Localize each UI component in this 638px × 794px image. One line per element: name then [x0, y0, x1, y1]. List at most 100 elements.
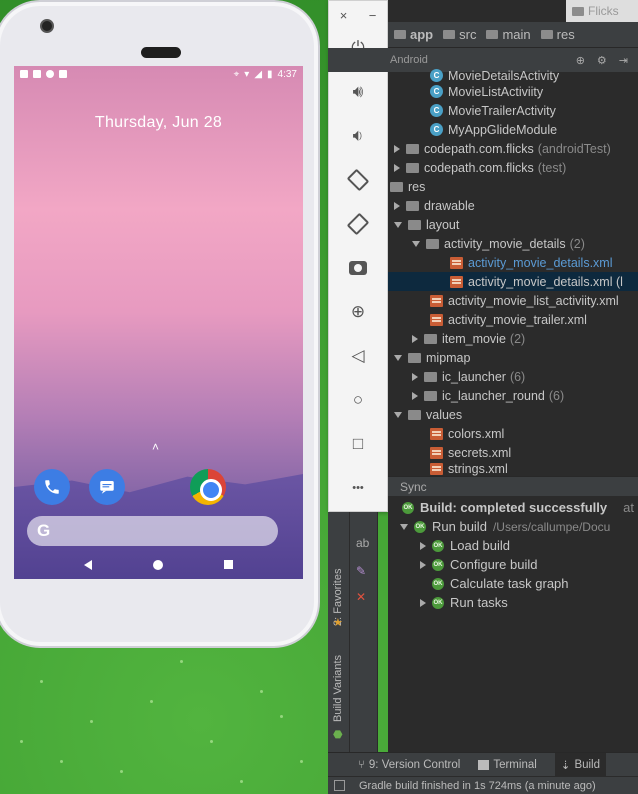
- expand-arrow-icon[interactable]: [420, 541, 426, 550]
- close-icon[interactable]: ✕: [356, 590, 366, 604]
- pin-icon[interactable]: ✎: [356, 564, 366, 578]
- build-tab[interactable]: ⇣ Build: [554, 752, 607, 777]
- tree-item[interactable]: C MovieTrailerActivity: [388, 101, 638, 120]
- tree-item[interactable]: strings.xml: [388, 462, 638, 476]
- ok-badge-icon: OK: [402, 501, 414, 514]
- tree-item[interactable]: activity_movie_trailer.xml: [388, 310, 638, 329]
- tree-item[interactable]: mipmap: [388, 348, 638, 367]
- sync-tab[interactable]: Sync: [400, 480, 427, 494]
- notification-icon: [46, 70, 54, 78]
- volume-down-button[interactable]: 🔉︎: [329, 121, 387, 151]
- rotate-left-icon: [346, 168, 370, 192]
- tree-item[interactable]: codepath.com.flicks (androidTest): [388, 139, 638, 158]
- wifi-icon: ▾: [244, 68, 250, 80]
- build-tree-item[interactable]: OK Run tasks: [420, 593, 508, 612]
- device-screen[interactable]: ⌖ ▾ ◢ ▮ 4:37 Thursday, Jun 28 ˄ G: [14, 66, 303, 579]
- class-icon: C: [430, 123, 443, 136]
- breadcrumb-item-src[interactable]: src: [443, 27, 476, 42]
- rotate-left-button[interactable]: [329, 165, 387, 195]
- target-icon[interactable]: ⊕: [576, 54, 585, 67]
- tree-item[interactable]: secrets.xml: [388, 443, 638, 462]
- package-icon: [406, 143, 419, 154]
- google-search-bar[interactable]: G: [27, 516, 278, 546]
- tree-item[interactable]: C MyAppGlideModule: [388, 120, 638, 139]
- ok-badge-icon: OK: [432, 558, 444, 571]
- zoom-button[interactable]: ⊕: [329, 297, 387, 327]
- build-variants-tool-tab[interactable]: Build Variants: [332, 655, 344, 722]
- messages-app-icon[interactable]: [89, 469, 125, 505]
- tree-item[interactable]: C MovieListActiviity: [388, 82, 638, 101]
- toggle-tool-windows-icon[interactable]: [334, 780, 345, 791]
- version-control-tab[interactable]: ⑂ 9: Version Control: [358, 759, 460, 771]
- recents-icon[interactable]: [223, 560, 233, 569]
- collapse-arrow-icon[interactable]: [394, 411, 402, 418]
- settings-icon: [20, 70, 28, 78]
- tree-item[interactable]: ic_launcher (6): [388, 367, 638, 386]
- build-tree-item[interactable]: OK Load build: [420, 536, 510, 555]
- expand-arrow-icon[interactable]: [412, 391, 418, 400]
- volume-up-button[interactable]: 🔊︎: [329, 77, 387, 107]
- folder-icon: [408, 352, 421, 363]
- app-drawer-caret-icon[interactable]: ˄: [152, 440, 159, 454]
- home-button[interactable]: ○: [329, 385, 387, 415]
- back-icon[interactable]: [84, 559, 93, 570]
- terminal-tab[interactable]: Terminal: [478, 759, 537, 771]
- folder-icon: [426, 238, 439, 249]
- settings-icon[interactable]: ⚙: [597, 54, 607, 67]
- collapse-arrow-icon[interactable]: [394, 354, 402, 361]
- back-button[interactable]: ◁: [329, 341, 387, 371]
- folder-icon: [408, 219, 421, 230]
- ide-side-tool-strip: 2: Favorites ★ Build Variants ⬣: [328, 512, 350, 752]
- breadcrumb-item-app[interactable]: app: [394, 27, 433, 42]
- tree-item[interactable]: activity_movie_details (2): [388, 234, 638, 253]
- tree-item[interactable]: item_movie (2): [388, 329, 638, 348]
- class-icon: C: [430, 104, 443, 117]
- build-tree-item[interactable]: OK Run build/Users/callumpe/Docu: [400, 517, 610, 536]
- home-icon[interactable]: [152, 559, 163, 570]
- expand-arrow-icon[interactable]: [420, 598, 426, 607]
- expand-arrow-icon[interactable]: [412, 372, 418, 381]
- folder-icon: [424, 390, 437, 401]
- tree-item[interactable]: activity_movie_details.xml: [388, 253, 638, 272]
- tree-item-selected[interactable]: activity_movie_details.xml (l: [388, 272, 638, 291]
- build-status-row[interactable]: OK Build: completed successfully at: [402, 498, 634, 517]
- breadcrumb-item-res[interactable]: res: [540, 27, 575, 42]
- overview-button[interactable]: □: [329, 429, 387, 459]
- more-icon: •••: [352, 482, 364, 494]
- overview-square-icon: □: [352, 434, 364, 453]
- tree-item[interactable]: ic_launcher_round (6): [388, 386, 638, 405]
- hide-icon[interactable]: ⇥: [619, 54, 628, 67]
- chrome-app-icon[interactable]: [190, 469, 226, 505]
- build-tree-item[interactable]: OK Calculate task graph: [432, 574, 569, 593]
- bottom-tool-tabs: ⑂ 9: Version Control Terminal ⇣ Build: [328, 752, 638, 777]
- tree-item[interactable]: res: [388, 177, 638, 196]
- tree-item[interactable]: layout: [388, 215, 638, 234]
- view-mode-dropdown[interactable]: Android: [390, 54, 428, 66]
- minimize-button[interactable]: −: [369, 8, 377, 23]
- more-button[interactable]: •••: [329, 473, 387, 503]
- expand-arrow-icon[interactable]: [394, 144, 400, 153]
- back-triangle-icon: ◁: [351, 346, 365, 365]
- notification-icon: [33, 70, 41, 78]
- screenshot-button[interactable]: [329, 253, 387, 283]
- phone-app-icon[interactable]: [34, 469, 70, 505]
- collapse-arrow-icon[interactable]: [412, 240, 420, 247]
- expand-arrow-icon[interactable]: [420, 560, 426, 569]
- breadcrumb-item-main[interactable]: main: [486, 27, 531, 42]
- folder-icon: [443, 30, 456, 39]
- filter-icon[interactable]: ab: [356, 536, 369, 550]
- expand-arrow-icon[interactable]: [412, 334, 418, 343]
- tree-item[interactable]: activity_movie_list_activiity.xml: [388, 291, 638, 310]
- build-tree-item[interactable]: OK Configure build: [420, 555, 537, 574]
- tree-item[interactable]: colors.xml: [388, 424, 638, 443]
- collapse-arrow-icon[interactable]: [394, 221, 402, 228]
- tree-item[interactable]: codepath.com.flicks (test): [388, 158, 638, 177]
- rotate-right-button[interactable]: [329, 209, 387, 239]
- tree-item[interactable]: values: [388, 405, 638, 424]
- expand-arrow-icon[interactable]: [394, 163, 400, 172]
- tree-item[interactable]: drawable: [388, 196, 638, 215]
- collapse-arrow-icon[interactable]: [400, 523, 408, 530]
- close-button[interactable]: ×: [340, 8, 348, 23]
- expand-arrow-icon[interactable]: [394, 201, 400, 210]
- zoom-icon: ⊕: [350, 302, 366, 321]
